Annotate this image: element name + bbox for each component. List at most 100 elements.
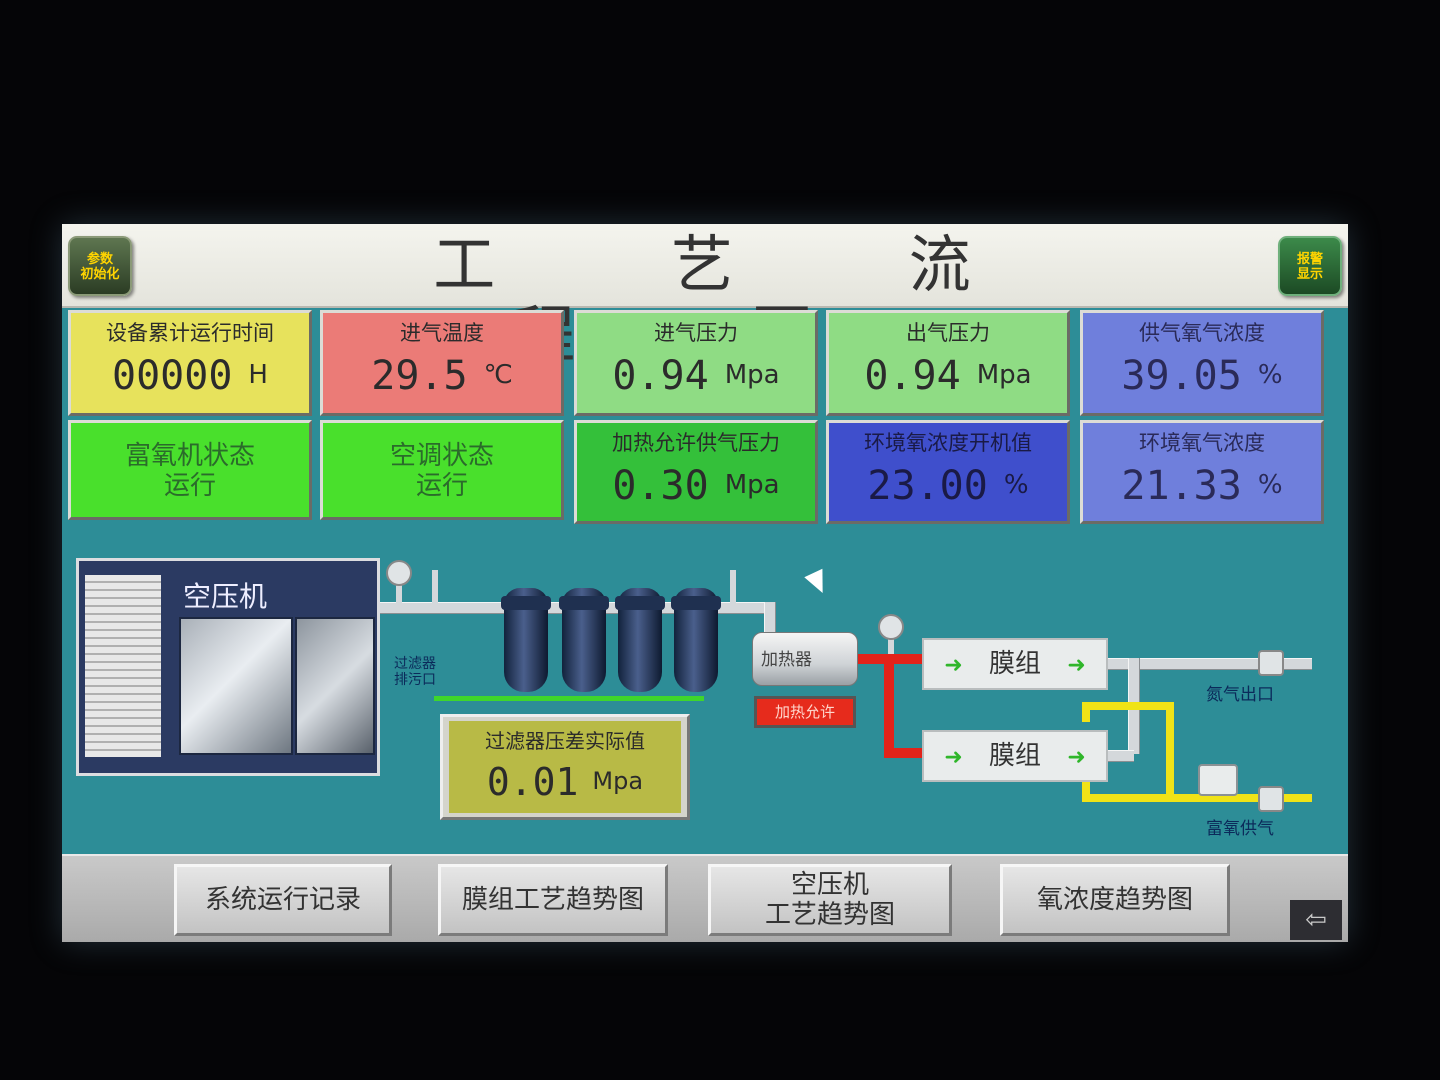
oxygen-valve-icon[interactable] <box>1258 786 1284 812</box>
ac-status-label: 空调状态 <box>389 441 494 471</box>
hot-air-pipe-2 <box>884 748 926 758</box>
ac-status-tile: 空调状态 运行 <box>320 420 564 520</box>
outlet-pressure-value-row: 0.94 Mpa <box>829 353 1067 398</box>
outlet-pressure-value: 0.94 <box>864 353 961 399</box>
env-o2-tile: 环境氧气浓度 21.33% <box>1080 420 1324 524</box>
compressor-label: 空压机 <box>183 580 268 613</box>
filter-dp-display: 过滤器压差实际值 0.01 Mpa <box>440 714 690 820</box>
heat-allow-pressure-unit: Mpa <box>724 470 780 500</box>
intake-temp-tile: 进气温度 29.5 ℃ <box>320 310 564 416</box>
supply-o2-unit: % <box>1257 360 1283 390</box>
heater-allow-button[interactable]: 加热允许 <box>754 696 856 728</box>
env-o2-value-row: 21.33% <box>1083 463 1321 508</box>
oxygen-riser <box>1166 702 1174 798</box>
title-bar: 参数 初始化 工 艺 流 程 图 报警 显示 <box>62 224 1348 370</box>
filter-cap <box>615 596 665 610</box>
filter-dp-inner: 过滤器压差实际值 0.01 Mpa <box>449 721 681 813</box>
bottom-nav: 系统运行记录 膜组工艺趋势图 空压机 工艺趋势图 氧浓度趋势图 ⇦ <box>62 854 1348 942</box>
pressure-gauge-icon <box>878 614 904 640</box>
arrow-icon: ➜ <box>1067 745 1086 770</box>
heater: 加热器 <box>752 632 858 686</box>
machine-status-tile: 富氧机状态 运行 <box>68 420 312 520</box>
runtime-value-row: 00000 H <box>71 353 309 398</box>
env-o2-start-value-row: 23.00% <box>829 463 1067 508</box>
compressor-vent-grille <box>85 575 161 757</box>
hot-air-riser <box>884 654 894 758</box>
intake-pressure-value: 0.94 <box>612 353 709 399</box>
outlet-pressure-label: 出气压力 <box>906 321 990 345</box>
mouse-cursor-icon <box>804 568 832 598</box>
supply-o2-tile: 供气氧气浓度 39.05% <box>1080 310 1324 416</box>
env-o2-start-tile[interactable]: 环境氧浓度开机值 23.00% <box>826 420 1070 524</box>
system-log-button[interactable]: 系统运行记录 <box>174 864 392 936</box>
membrane-module-2[interactable]: ➜ 膜组 ➜ <box>922 730 1108 782</box>
env-o2-start-value: 23.00 <box>867 463 988 509</box>
filter-4 <box>671 588 721 692</box>
arrow-icon: ➜ <box>944 745 963 770</box>
supply-o2-value: 39.05 <box>1121 353 1242 399</box>
intake-temp-value: 29.5 <box>371 353 468 399</box>
heat-allow-pressure-value-row: 0.30 Mpa <box>577 463 815 508</box>
machine-status-label: 富氧机状态 <box>124 441 255 471</box>
air-compressor-image[interactable]: 空压机 <box>76 558 380 776</box>
intake-temp-label: 进气温度 <box>400 321 484 345</box>
env-o2-value: 21.33 <box>1121 463 1242 509</box>
sensor-stem-1 <box>432 570 438 604</box>
intake-pressure-label: 进气压力 <box>654 321 738 345</box>
nitrogen-valve-icon[interactable] <box>1258 650 1284 676</box>
nitrogen-pipe-lower <box>1108 750 1134 762</box>
membrane-module-1[interactable]: ➜ 膜组 ➜ <box>922 638 1108 690</box>
oxygen-trend-button[interactable]: 氧浓度趋势图 <box>1000 864 1230 936</box>
filter-dp-value: 0.01 <box>486 760 579 804</box>
outlet-pressure-unit: Mpa <box>976 360 1032 390</box>
membrane-trend-button[interactable]: 膜组工艺趋势图 <box>438 864 668 936</box>
intake-pressure-tile: 进气压力 0.94 Mpa <box>574 310 818 416</box>
filter-dp-unit: Mpa <box>592 767 644 795</box>
oxygen-outlet-label: 富氧供气 <box>1206 819 1274 839</box>
heater-label: 加热器 <box>761 650 812 670</box>
oxygen-analyzer-icon <box>1198 764 1238 796</box>
oxygen-pipe-upper <box>1086 702 1174 710</box>
env-o2-start-label: 环境氧浓度开机值 <box>864 431 1032 455</box>
supply-o2-label: 供气氧气浓度 <box>1139 321 1265 345</box>
filter-drain-label: 过滤器 排污口 <box>394 656 436 688</box>
intake-temp-value-row: 29.5 ℃ <box>323 353 561 398</box>
filter-3 <box>615 588 665 692</box>
filter-cap <box>559 596 609 610</box>
filter-2 <box>559 588 609 692</box>
sensor-stem-2 <box>730 570 736 604</box>
hmi-screen: 参数 初始化 工 艺 流 程 图 报警 显示 设备累计运行时间 00000 H 进… <box>62 224 1348 942</box>
heat-allow-pressure-value: 0.30 <box>612 463 709 509</box>
compressor-motor-window <box>179 617 293 755</box>
runtime-unit: H <box>248 360 268 390</box>
membrane-2-label: 膜组 <box>988 741 1041 771</box>
env-o2-unit: % <box>1257 470 1283 500</box>
back-arrow-icon[interactable]: ⇦ <box>1290 900 1342 940</box>
heat-allow-pressure-label: 加热允许供气压力 <box>612 431 780 455</box>
supply-o2-value-row: 39.05% <box>1083 353 1321 398</box>
env-o2-label: 环境氧气浓度 <box>1139 431 1265 455</box>
compressor-unit-window <box>295 617 375 755</box>
membrane-1-label: 膜组 <box>988 649 1041 679</box>
filter-1 <box>501 588 551 692</box>
env-o2-start-unit: % <box>1003 470 1029 500</box>
heat-allow-pressure-tile[interactable]: 加热允许供气压力 0.30 Mpa <box>574 420 818 524</box>
compressor-trend-button[interactable]: 空压机 工艺趋势图 <box>708 864 952 936</box>
arrow-icon: ➜ <box>1067 653 1086 678</box>
runtime-tile: 设备累计运行时间 00000 H <box>68 310 312 416</box>
ac-status-value: 运行 <box>415 471 468 501</box>
outlet-pressure-tile: 出气压力 0.94 Mpa <box>826 310 1070 416</box>
filter-cap <box>671 596 721 610</box>
machine-status-value: 运行 <box>163 471 216 501</box>
alarm-display-button[interactable]: 报警 显示 <box>1278 236 1342 296</box>
nitrogen-outlet-label: 氮气出口 <box>1206 685 1274 705</box>
filter-dp-label: 过滤器压差实际值 <box>485 729 645 753</box>
filter-cap <box>501 596 551 610</box>
runtime-value: 00000 <box>112 353 233 399</box>
oxygen-drop-1 <box>1082 702 1090 722</box>
filter-dp-value-row: 0.01 Mpa <box>449 760 681 804</box>
arrow-icon: ➜ <box>944 653 963 678</box>
drain-line <box>434 696 704 701</box>
parameter-init-button[interactable]: 参数 初始化 <box>68 236 132 296</box>
intake-pressure-unit: Mpa <box>724 360 780 390</box>
